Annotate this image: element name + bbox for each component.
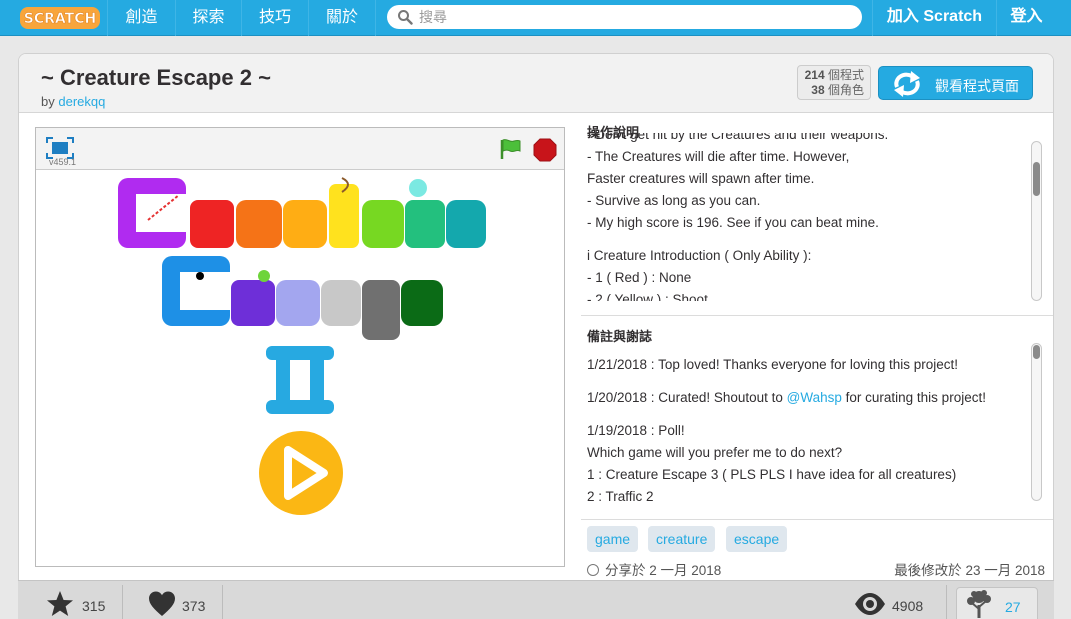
notes-scrollbar[interactable] xyxy=(1031,343,1042,501)
modified-date: 最後修改於 23 一月 2018 xyxy=(894,563,1045,578)
section-divider xyxy=(581,315,1053,316)
see-inside-button[interactable]: 觀看程式頁面 xyxy=(878,66,1033,100)
favorite-count: 315 xyxy=(82,598,106,614)
remix-arrows-icon xyxy=(894,71,920,97)
notes-curated-suffix: for curating this project! xyxy=(841,390,986,405)
instructions-line: - My high score is 196. See if you can b… xyxy=(587,215,879,230)
project-counts: 214 個程式 38 個角色 xyxy=(797,65,871,100)
title-letter-p xyxy=(362,280,400,340)
nav-explore[interactable]: 探索 xyxy=(175,0,241,36)
title-letter-a xyxy=(283,200,327,248)
instructions-line: - 1 ( Red ) : None xyxy=(587,270,692,285)
scripts-label: 個程式 xyxy=(827,68,864,82)
stats-separator xyxy=(122,585,123,619)
instructions-line: i Creature Introduction ( Only Ability )… xyxy=(587,248,812,263)
scripts-count: 214 xyxy=(804,68,825,82)
instructions-line: Faster creatures will spawn after time. xyxy=(587,171,815,186)
join-scratch-link[interactable]: 加入 Scratch xyxy=(872,0,996,36)
notes-curated-text: 1/20/2018 : Curated! Shoutout to xyxy=(587,390,787,405)
instructions-line: - 2 ( Yellow ) : Shoot xyxy=(587,292,708,301)
svg-text:SCRATCH: SCRATCH xyxy=(24,11,96,27)
notes-text[interactable]: 1/21/2018 : Top loved! Thanks everyone f… xyxy=(581,346,1041,506)
instructions-line: - Survive as long as you can. xyxy=(587,193,761,208)
author-link[interactable]: derekqq xyxy=(58,94,105,109)
eye-icon xyxy=(855,593,885,615)
project-title: ~ Creature Escape 2 ~ xyxy=(41,65,271,90)
notes-line: 2 : Traffic 2 xyxy=(587,489,654,504)
player-controls: v459.1 xyxy=(36,128,564,170)
nav-create[interactable]: 創造 xyxy=(107,0,175,36)
stats-separator xyxy=(946,585,947,619)
notes-line: Which game will you prefer me to do next… xyxy=(587,445,843,460)
search-icon[interactable] xyxy=(397,9,413,25)
title-letter-s xyxy=(231,280,275,326)
notes-line: 1/19/2018 : Poll! xyxy=(587,423,685,438)
fullscreen-icon[interactable] xyxy=(46,137,74,159)
top-nav: SCRATCH 創造 探索 技巧 關於 加入 Scratch 登入 xyxy=(0,0,1071,36)
star-icon xyxy=(47,591,73,616)
title-letter-e2 xyxy=(446,200,486,248)
search-input[interactable] xyxy=(419,7,849,27)
instructions-scrollbar[interactable] xyxy=(1031,141,1042,301)
tag-game[interactable]: game xyxy=(587,526,639,552)
remix-tree-button[interactable]: 27 xyxy=(956,587,1038,619)
instructions-scroll-thumb[interactable] xyxy=(1033,162,1040,196)
project-card: ~ Creature Escape 2 ~ by derekqq 214 個程式… xyxy=(18,53,1054,619)
nav-about[interactable]: 關於 xyxy=(308,0,376,36)
stats-separator xyxy=(222,585,223,619)
tag-escape[interactable]: escape xyxy=(726,526,788,552)
instructions-line: - Don't get hit by the Creatures and the… xyxy=(587,133,889,142)
title-letter-e4 xyxy=(401,280,443,326)
section-divider xyxy=(581,519,1053,520)
nav-tips[interactable]: 技巧 xyxy=(241,0,308,36)
remix-tree-icon xyxy=(967,590,991,618)
instructions-text[interactable]: - Don't get hit by the Creatures and the… xyxy=(581,133,1041,301)
player-version: v459.1 xyxy=(49,157,77,167)
tag-creature[interactable]: creature xyxy=(648,526,716,552)
sprites-label: 個角色 xyxy=(827,83,864,97)
project-player: v459.1 xyxy=(35,127,565,567)
project-byline: by derekqq xyxy=(41,94,105,109)
love-count: 373 xyxy=(182,598,206,614)
title-letter-r xyxy=(190,200,234,248)
by-label: by xyxy=(41,94,55,109)
project-header: ~ Creature Escape 2 ~ by derekqq 214 個程式… xyxy=(19,54,1053,113)
heart-icon xyxy=(149,591,175,616)
stats-bar: 315 373 4908 27 xyxy=(18,580,1054,619)
see-inside-label: 觀看程式頁面 xyxy=(935,78,1019,94)
notes-line: 1 : Creature Escape 3 ( PLS PLS I have i… xyxy=(587,467,957,482)
search-box xyxy=(387,5,862,29)
notes-scroll-thumb[interactable] xyxy=(1033,345,1040,359)
scratch-logo[interactable]: SCRATCH xyxy=(20,6,100,30)
shared-date-text: 分享於 2 一月 2018 xyxy=(605,563,722,578)
project-info: 操作說明 - Don't get hit by the Creatures an… xyxy=(581,113,1053,583)
notes-line: 1/20/2018 : Curated! Shoutout to @Wahsp … xyxy=(581,387,1041,409)
title-letter-u xyxy=(362,200,404,248)
stop-sign-icon[interactable] xyxy=(533,138,557,162)
sprites-count: 38 xyxy=(811,83,825,97)
shared-date: 分享於 2 一月 2018 xyxy=(587,559,721,579)
instructions-line: - The Creatures will die after time. How… xyxy=(587,149,850,164)
mention-link[interactable]: @Wahsp xyxy=(787,390,842,405)
sign-in-link[interactable]: 登入 xyxy=(996,0,1056,36)
title-letter-c2 xyxy=(276,280,320,326)
views-count: 4908 xyxy=(892,598,924,614)
title-letter-e1 xyxy=(236,200,282,248)
title-letter-a2 xyxy=(321,280,361,326)
remix-count: 27 xyxy=(1005,599,1021,615)
notes-line: 1/21/2018 : Top loved! Thanks everyone f… xyxy=(587,357,958,372)
share-icon xyxy=(587,564,599,576)
green-flag-icon[interactable] xyxy=(498,137,522,161)
title-letter-t xyxy=(329,184,359,248)
notes-title: 備註與謝誌 xyxy=(587,329,653,344)
title-letter-r2 xyxy=(405,200,445,248)
project-stage[interactable] xyxy=(36,170,564,566)
play-icon[interactable] xyxy=(258,430,344,516)
